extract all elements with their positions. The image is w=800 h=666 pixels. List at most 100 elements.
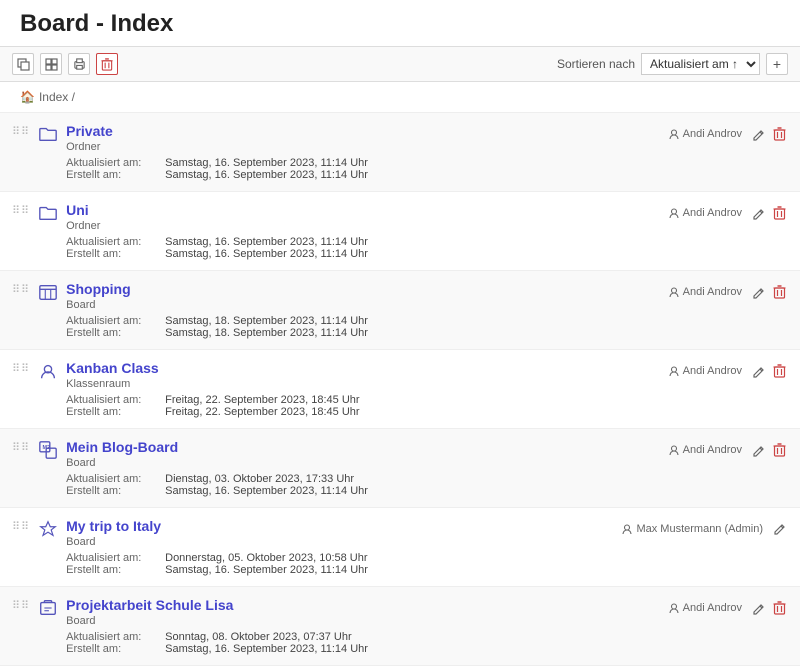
class-icon (38, 361, 58, 384)
created-value: Samstag, 16. September 2023, 11:14 Uhr (165, 643, 368, 655)
created-label: Erstellt am: (66, 643, 161, 655)
sort-label: Sortieren nach (557, 57, 635, 71)
item-meta: Aktualisiert am: Donnerstag, 05. Oktober… (66, 552, 621, 576)
meta-updated: Aktualisiert am: Sonntag, 08. Oktober 20… (66, 631, 668, 643)
add-button[interactable]: + (766, 53, 788, 75)
created-value: Samstag, 16. September 2023, 11:14 Uhr (165, 485, 368, 497)
print-button[interactable] (68, 53, 90, 75)
meta-updated: Aktualisiert am: Samstag, 16. September … (66, 157, 668, 169)
board-icon (38, 282, 58, 305)
list-item: ⠿⠿ Kanban Class Klassenraum Aktualisiert… (0, 350, 800, 429)
delete-button[interactable] (96, 53, 118, 75)
item-content: Projektarbeit Schule Lisa Board Aktualis… (66, 597, 668, 655)
item-title[interactable]: Projektarbeit Schule Lisa (66, 597, 233, 613)
meta-updated: Aktualisiert am: Donnerstag, 05. Oktober… (66, 552, 621, 564)
item-actions: Max Mustermann (Admin) (621, 518, 788, 537)
item-actions: Andi Androv (668, 202, 788, 222)
edit-item-button[interactable] (750, 126, 767, 143)
item-type: Board (66, 457, 668, 469)
delete-item-button[interactable] (771, 283, 788, 301)
item-content: Shopping Board Aktualisiert am: Samstag,… (66, 281, 668, 339)
meta-created: Erstellt am: Samstag, 16. September 2023… (66, 485, 668, 497)
edit-item-button[interactable] (750, 442, 767, 459)
meta-created: Erstellt am: Samstag, 16. September 2023… (66, 248, 668, 260)
delete-item-button[interactable] (771, 204, 788, 222)
updated-label: Aktualisiert am: (66, 236, 161, 248)
created-value: Samstag, 16. September 2023, 11:14 Uhr (165, 248, 368, 260)
updated-value: Samstag, 16. September 2023, 11:14 Uhr (165, 157, 368, 169)
drag-handle[interactable]: ⠿⠿ (12, 599, 30, 612)
created-value: Samstag, 16. September 2023, 11:14 Uhr (165, 564, 368, 576)
created-label: Erstellt am: (66, 169, 161, 181)
delete-item-button[interactable] (771, 125, 788, 143)
updated-label: Aktualisiert am: (66, 157, 161, 169)
edit-item-button[interactable] (750, 600, 767, 617)
created-label: Erstellt am: (66, 564, 161, 576)
item-owner: Max Mustermann (Admin) (621, 523, 763, 535)
list-item: ⠿⠿ M2 Mein Blog-Board Board Aktualisiert… (0, 429, 800, 508)
item-content: My trip to Italy Board Aktualisiert am: … (66, 518, 621, 576)
drag-handle[interactable]: ⠿⠿ (12, 125, 30, 138)
toolbar-buttons (12, 53, 118, 75)
drag-handle[interactable]: ⠿⠿ (12, 204, 30, 217)
item-owner: Andi Androv (668, 286, 742, 298)
edit-item-button[interactable] (750, 284, 767, 301)
created-label: Erstellt am: (66, 406, 161, 418)
item-actions: Andi Androv (668, 360, 788, 380)
created-label: Erstellt am: (66, 485, 161, 497)
item-title[interactable]: Uni (66, 202, 89, 218)
item-title[interactable]: Shopping (66, 281, 131, 297)
item-content: Kanban Class Klassenraum Aktualisiert am… (66, 360, 668, 418)
meta-updated: Aktualisiert am: Dienstag, 03. Oktober 2… (66, 473, 668, 485)
drag-handle[interactable]: ⠿⠿ (12, 283, 30, 296)
item-title[interactable]: Mein Blog-Board (66, 439, 178, 455)
updated-value: Samstag, 16. September 2023, 11:14 Uhr (165, 236, 368, 248)
delete-item-button[interactable] (771, 441, 788, 459)
trip-icon (38, 519, 58, 542)
created-value: Freitag, 22. September 2023, 18:45 Uhr (165, 406, 359, 418)
new-window-button[interactable] (12, 53, 34, 75)
updated-value: Freitag, 22. September 2023, 18:45 Uhr (165, 394, 359, 406)
item-type: Board (66, 536, 621, 548)
updated-label: Aktualisiert am: (66, 552, 161, 564)
meta-created: Erstellt am: Samstag, 16. September 2023… (66, 169, 668, 181)
item-actions: Andi Androv (668, 123, 788, 143)
item-content: Private Ordner Aktualisiert am: Samstag,… (66, 123, 668, 181)
item-title[interactable]: Kanban Class (66, 360, 159, 376)
list-item: ⠿⠿ Projektarbeit Schule Lisa Board Aktua… (0, 587, 800, 666)
grid-view-button[interactable] (40, 53, 62, 75)
item-title[interactable]: Private (66, 123, 113, 139)
project-icon (38, 598, 58, 621)
meta-updated: Aktualisiert am: Samstag, 16. September … (66, 236, 668, 248)
edit-item-button[interactable] (771, 520, 788, 537)
drag-handle[interactable]: ⠿⠿ (12, 520, 30, 533)
item-type: Ordner (66, 141, 668, 153)
meta-updated: Aktualisiert am: Samstag, 18. September … (66, 315, 668, 327)
list-item: ⠿⠿ Shopping Board Aktualisiert am: Samst… (0, 271, 800, 350)
toolbar: Sortieren nach Aktualisiert am ↑ Erstell… (0, 46, 800, 82)
drag-handle[interactable]: ⠿⠿ (12, 441, 30, 454)
updated-value: Dienstag, 03. Oktober 2023, 17:33 Uhr (165, 473, 354, 485)
drag-handle[interactable]: ⠿⠿ (12, 362, 30, 375)
item-owner: Andi Androv (668, 207, 742, 219)
delete-item-button[interactable] (771, 599, 788, 617)
item-title[interactable]: My trip to Italy (66, 518, 161, 534)
created-label: Erstellt am: (66, 248, 161, 260)
updated-value: Samstag, 18. September 2023, 11:14 Uhr (165, 315, 368, 327)
folder-icon (38, 203, 58, 226)
item-type: Board (66, 299, 668, 311)
updated-label: Aktualisiert am: (66, 631, 161, 643)
sort-select[interactable]: Aktualisiert am ↑ Erstellt am Titel (641, 53, 760, 75)
edit-item-button[interactable] (750, 205, 767, 222)
edit-item-button[interactable] (750, 363, 767, 380)
list-item: ⠿⠿ Uni Ordner Aktualisiert am: Samstag, … (0, 192, 800, 271)
meta-created: Erstellt am: Freitag, 22. September 2023… (66, 406, 668, 418)
page-title: Board - Index (0, 0, 800, 46)
item-type: Ordner (66, 220, 668, 232)
item-type: Board (66, 615, 668, 627)
toolbar-sort: Sortieren nach Aktualisiert am ↑ Erstell… (557, 53, 788, 75)
item-owner: Andi Androv (668, 365, 742, 377)
item-owner: Andi Androv (668, 444, 742, 456)
updated-value: Donnerstag, 05. Oktober 2023, 10:58 Uhr (165, 552, 367, 564)
delete-item-button[interactable] (771, 362, 788, 380)
